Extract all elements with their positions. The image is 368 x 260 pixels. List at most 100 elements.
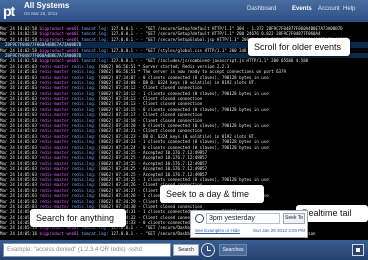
log-host: redis-master: [39, 139, 70, 145]
search-input[interactable]: Example: "access denied" (1.2.3.4 OR red…: [3, 243, 171, 257]
log-message: [8062] 07:34:12 - Client closed connecti…: [98, 85, 203, 91]
log-program: tomcat.log:: [81, 36, 109, 42]
log-timestamp: Mar 24 14:05:03: [0, 101, 37, 107]
log-host: bigproduct-web01: [39, 47, 79, 53]
log-message: [8062] 07:34:08 - DB 0: 6324 keys (0 vol…: [98, 79, 257, 85]
log-host: redis-master: [39, 160, 70, 166]
log-message: [8062] 07:34:13 - Client closed connecti…: [98, 96, 203, 102]
seek-panel: 3pm yesterday Seek To See Examples or Hi…: [190, 210, 308, 238]
log-message: 127.0.0.1 - - "GET /secure/Setup?default…: [110, 31, 321, 37]
log-host: redis-master: [39, 198, 70, 204]
nav-events[interactable]: Events: [292, 6, 312, 12]
log-host: redis-master: [39, 144, 70, 150]
log-program: redis.log:: [71, 166, 97, 172]
log-message: [8062] 07:34:17 - Client closed connecti…: [98, 112, 203, 118]
log-host: redis-master: [39, 123, 70, 129]
see-examples-link[interactable]: See Examples or Hide: [195, 228, 240, 233]
log-message: [8062] 07:34:21 - Client closed connecti…: [98, 128, 203, 134]
nav-account[interactable]: Account: [318, 6, 340, 12]
log-timestamp: Mar 24 14:02:58: [0, 31, 37, 37]
log-host: redis-master: [39, 96, 70, 102]
log-host: bigproduct-web01: [39, 31, 79, 37]
log-program: redis.log:: [71, 74, 97, 80]
log-program: redis.log:: [71, 69, 97, 75]
seek-callout: Seek to a day & time: [160, 185, 264, 203]
log-timestamp: Mar 24 14:05:03: [0, 63, 37, 69]
log-message: [8062] 07:34:23 - 1 clients connected (0…: [98, 139, 269, 145]
app-logo[interactable]: pt: [3, 3, 15, 19]
log-message: [8062] 07:34:13 - Client closed connecti…: [98, 101, 203, 107]
log-message: [8062] 07:34:20 - 0 clients connected (0…: [98, 123, 269, 129]
log-host: redis-master: [39, 117, 70, 123]
log-host: redis-master: [39, 182, 70, 188]
log-timestamp: Mar 24 14:05:03: [0, 139, 37, 145]
seek-to-button[interactable]: Seek To: [283, 213, 305, 224]
log-timestamp: Mar 24 14:05:03: [0, 155, 37, 161]
log-message: 127.0.0.1 - - "GET /secure/Setup?default…: [110, 26, 343, 31]
log-host: redis-master: [39, 149, 70, 155]
log-timestamp: Mar 24 14:05:03: [0, 133, 37, 139]
seek-input[interactable]: 3pm yesterday: [206, 213, 280, 224]
log-host: bigproduct-web01: [39, 36, 79, 42]
log-program: redis.log:: [71, 85, 97, 91]
log-host: redis-master: [39, 187, 70, 193]
log-program: redis.log:: [71, 171, 97, 177]
log-program: tomcat.log:: [81, 58, 109, 64]
log-host: bigproduct-web01: [39, 58, 79, 64]
log-host: redis-master: [39, 133, 70, 139]
log-host: redis-master: [39, 69, 70, 75]
log-message: 28F9C7F04877F060A4B8E7A73A00B7D: [0, 42, 82, 48]
log-timestamp: Mar 24 14:05:03: [0, 117, 37, 123]
log-timestamp: Mar 24 14:05:03: [0, 187, 37, 193]
search-button[interactable]: Search: [173, 244, 199, 256]
log-message: [8062] 07:34:18 - Client closed connecti…: [98, 117, 203, 123]
log-program: tomcat.log:: [81, 31, 109, 37]
log-host: redis-master: [39, 79, 70, 85]
log-message: [8062] 07:34:25 - Accepted 10.176.7.12:4…: [98, 166, 208, 172]
log-row[interactable]: Mar 24 14:05:16 bigproduct-web01 tomcat.…: [0, 231, 368, 236]
log-host: redis-master: [39, 74, 70, 80]
log-host: redis-master: [39, 171, 70, 177]
log-program: redis.log:: [71, 117, 97, 123]
saved-searches-button[interactable]: Searches: [219, 244, 247, 256]
log-host: bigproduct-web01: [39, 230, 79, 236]
seek-clock-icon[interactable]: [201, 243, 215, 257]
log-timestamp: Mar 24 14:02:58: [0, 26, 37, 31]
log-host: redis-master: [39, 101, 70, 107]
log-timestamp: Mar 24 14:02:58: [0, 47, 37, 53]
log-timestamp: Mar 24 14:05:03: [0, 144, 37, 150]
log-program: redis.log:: [71, 106, 97, 112]
log-program: redis.log:: [71, 133, 97, 139]
log-program: redis.log:: [71, 149, 97, 155]
log-timestamp: Mar 24 14:05:03: [0, 123, 37, 129]
seek-parsed-date: Sun Jan 29 2012 3:00 PM: [253, 228, 306, 233]
log-timestamp: Mar 24 14:05:03: [0, 79, 37, 85]
log-message: [8062] 06:56:51 * The server is now read…: [98, 69, 286, 75]
log-timestamp: Mar 24 14:02:58: [0, 58, 37, 64]
log-message: [8062] 07:34:25 - 1 clients connected (0…: [98, 176, 269, 182]
log-message: [8062] 07:34:25 - Accepted 10.176.7.12:4…: [98, 149, 208, 155]
log-timestamp: Mar 24 14:02:58: [0, 36, 37, 42]
log-program: redis.log:: [71, 63, 97, 69]
log-program: tomcat.log:: [81, 47, 109, 53]
log-timestamp: Mar 24 14:05:03: [0, 176, 37, 182]
log-message: [8062] 07:34:07 - 0 clients connected (0…: [98, 74, 269, 80]
scroll-callout: Scroll for older events: [248, 38, 350, 56]
log-timestamp: Mar 24 14:05:03: [0, 90, 37, 96]
log-program: redis.log:: [71, 79, 97, 85]
log-program: tomcat.log:: [81, 26, 109, 31]
log-program: redis.log:: [71, 160, 97, 166]
realtime-tail-icon[interactable]: [352, 244, 364, 256]
log-timestamp: Mar 24 14:05:03: [0, 112, 37, 118]
system-subtitle: On Mar 25, 2011: [24, 11, 58, 16]
log-host: redis-master: [39, 166, 70, 172]
log-message: 127.0.0.1 - - "GET /includes/js/combined…: [110, 58, 309, 64]
nav-help[interactable]: Help: [343, 6, 355, 12]
top-bar: pt All Systems On Mar 25, 2011 Dashboard…: [0, 0, 368, 22]
log-host: redis-master: [39, 106, 70, 112]
log-program: redis.log:: [71, 176, 97, 182]
log-timestamp: Mar 24 14:05:16: [0, 230, 37, 236]
log-host: redis-master: [39, 90, 70, 96]
nav-dashboard[interactable]: Dashboard: [247, 6, 276, 12]
system-title[interactable]: All Systems: [24, 1, 69, 10]
